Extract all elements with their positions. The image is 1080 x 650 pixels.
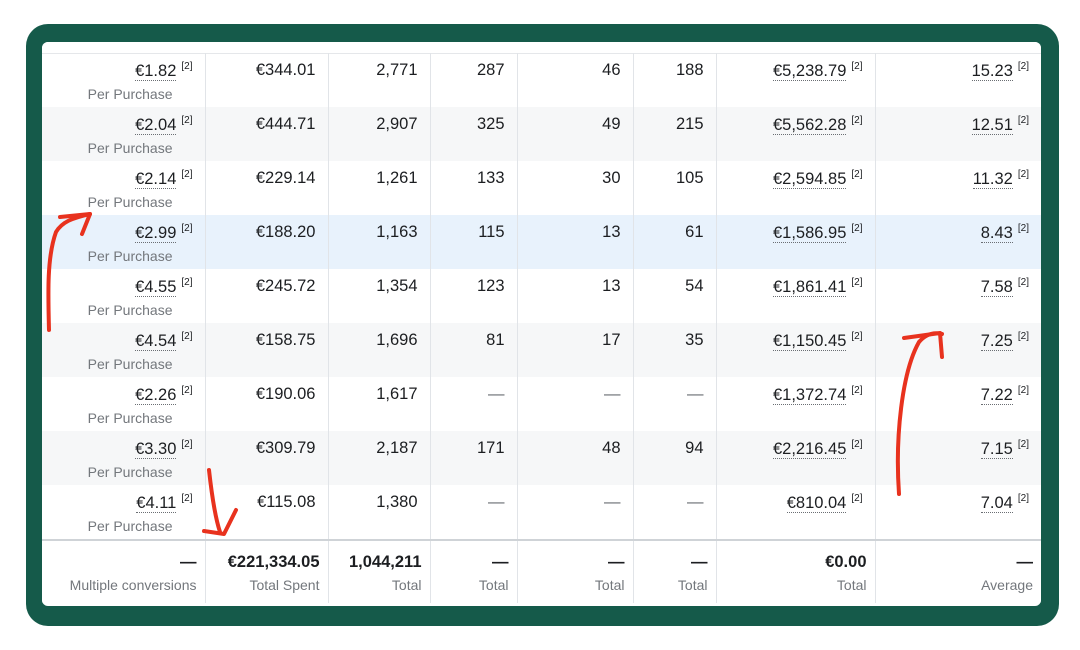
annotation-arrows [46,212,944,536]
down-arrow-mid [207,468,222,534]
up-arrow-right [895,331,944,496]
up-arrow-right-head [902,331,944,359]
ads-table-panel: €1.82 [2] Per Purchase €344.01 2,771 287 46 188… [42,42,1041,606]
